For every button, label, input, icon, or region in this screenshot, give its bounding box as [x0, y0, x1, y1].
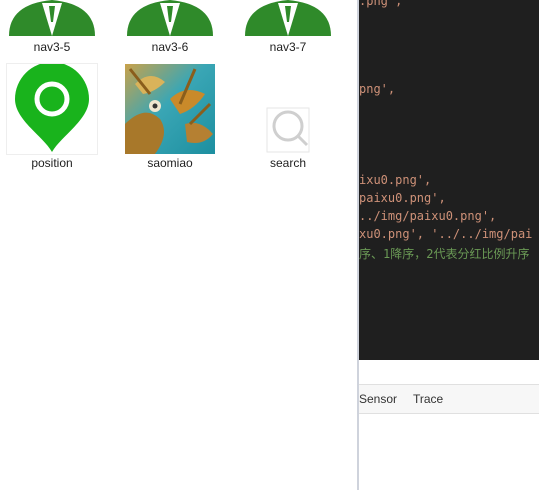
user-avatar-icon — [125, 0, 215, 38]
photo-thumbnail — [125, 64, 215, 154]
code-editor[interactable]: .png', png', ixu0.png', paixu0.png', ../… — [359, 0, 539, 360]
file-item-nav3-5[interactable]: nav3-5 — [2, 0, 102, 54]
code-line: xu0.png', '../../img/pai — [359, 227, 533, 241]
code-line: ../img/paixu0.png', — [359, 209, 497, 223]
file-item-nav3-6[interactable]: nav3-6 — [120, 0, 220, 54]
devtools-panel: Sensor Trace — [359, 360, 539, 490]
file-name: search — [269, 156, 307, 170]
file-browser-panel: nav3-5 nav3-6 nav3-7 position saomiao se… — [0, 0, 357, 490]
code-comment: 序、1降序，2代表分红比例升序 — [359, 247, 530, 261]
devtools-tabbar: Sensor Trace — [359, 384, 539, 414]
file-name: nav3-6 — [151, 40, 189, 54]
tab-sensor[interactable]: Sensor — [359, 392, 397, 406]
code-line: ixu0.png', — [359, 173, 432, 187]
file-name: saomiao — [147, 156, 193, 170]
file-name: nav3-7 — [269, 40, 307, 54]
user-avatar-icon — [243, 0, 333, 38]
user-avatar-icon — [7, 0, 97, 38]
file-item-search[interactable]: search — [238, 64, 338, 170]
magnifier-icon — [243, 64, 333, 154]
code-line: paixu0.png', — [359, 191, 446, 205]
file-item-saomiao[interactable]: saomiao — [120, 64, 220, 170]
location-pin-icon — [7, 64, 97, 154]
file-item-nav3-7[interactable]: nav3-7 — [238, 0, 338, 54]
file-name: position — [31, 156, 73, 170]
code-line: png', — [359, 82, 396, 96]
file-item-position[interactable]: position — [2, 64, 102, 170]
code-line: .png', — [359, 0, 403, 8]
file-name: nav3-5 — [33, 40, 71, 54]
tab-trace[interactable]: Trace — [413, 392, 443, 406]
